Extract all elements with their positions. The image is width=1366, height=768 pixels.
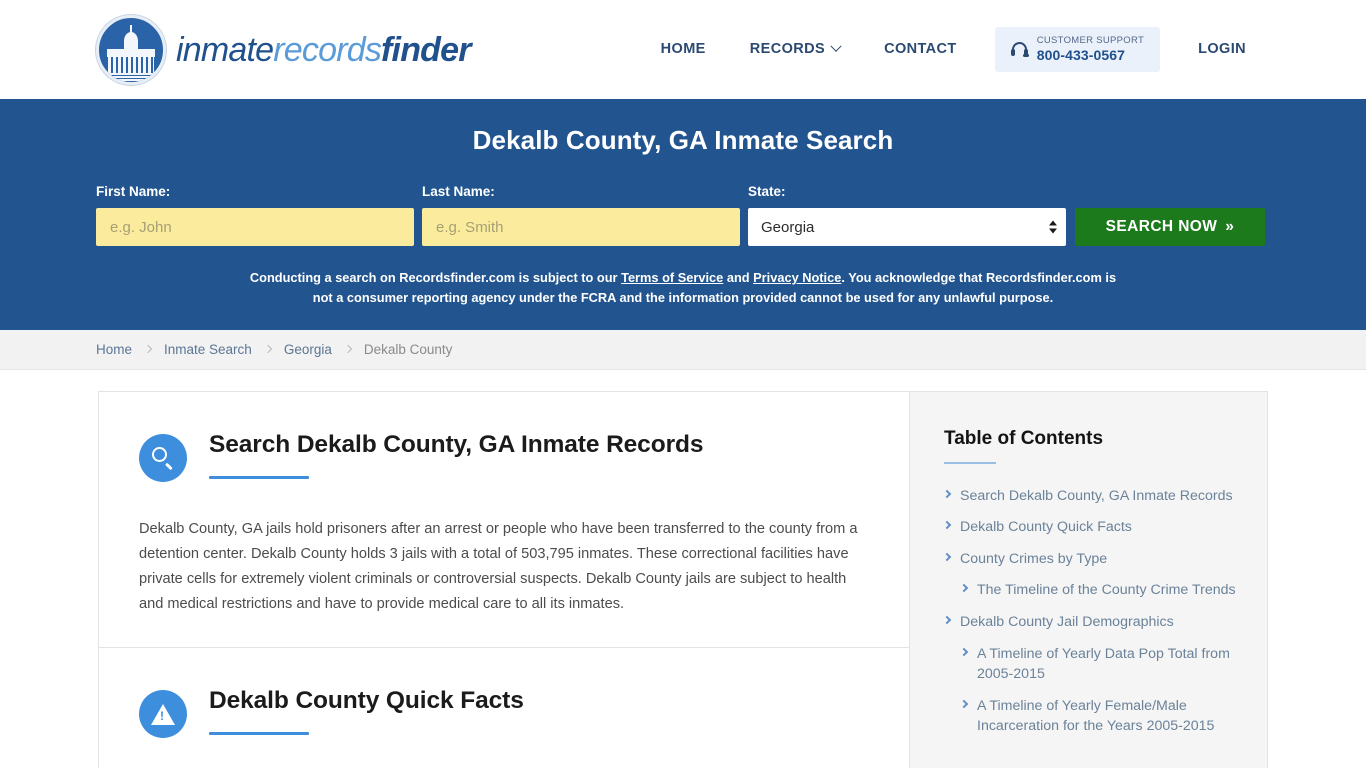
toc-list: Search Dekalb County, GA Inmate Records … — [942, 486, 1237, 737]
toc-item-county-crimes-by-type[interactable]: County Crimes by Type — [942, 549, 1237, 570]
nav-item-contact-label: CONTACT — [884, 41, 957, 58]
chevron-right-icon — [942, 489, 952, 498]
section-quick-facts: Dekalb County Quick Facts — [99, 647, 909, 768]
disclaimer-text-2: and — [723, 270, 754, 285]
chevron-right-icon — [959, 584, 969, 593]
search-now-label: SEARCH NOW — [1105, 218, 1218, 235]
nav-item-home[interactable]: HOME — [639, 41, 728, 57]
hero-search-panel: Dekalb County, GA Inmate Search First Na… — [0, 99, 1366, 330]
warning-circle-icon — [139, 690, 187, 739]
chevron-right-icon — [959, 699, 969, 709]
chevron-right-icon — [942, 521, 952, 530]
toc-item-label: Dekalb County Quick Facts — [960, 519, 1132, 536]
toc-item-pop-total-timeline[interactable]: A Timeline of Yearly Data Pop Total from… — [944, 644, 1237, 685]
state-select-value: Georgia — [761, 218, 815, 236]
table-of-contents: Table of Contents Search Dekalb County, … — [909, 390, 1268, 768]
toc-item-label: Search Dekalb County, GA Inmate Records — [960, 487, 1233, 504]
section-underline — [209, 476, 309, 480]
first-name-label: First Name: — [96, 184, 171, 199]
nav-item-login-label: LOGIN — [1198, 41, 1246, 58]
nav-item-records-label: RECORDS — [749, 41, 826, 58]
section-heading: Dekalb County Quick Facts — [139, 686, 869, 739]
privacy-notice-link[interactable]: Privacy Notice — [753, 270, 841, 285]
search-circle-icon — [139, 433, 187, 482]
state-label: State: — [748, 184, 786, 199]
chevron-down-icon — [830, 40, 842, 53]
nav-item-login[interactable]: LOGIN — [1176, 41, 1268, 57]
page-title: Dekalb County, GA Inmate Search — [472, 125, 894, 155]
logo-word-records: records — [273, 30, 382, 69]
page-content: Search Dekalb County, GA Inmate Records … — [0, 390, 1366, 768]
breadcrumb-separator-icon — [143, 344, 153, 354]
section-title-quick-facts: Dekalb County Quick Facts — [209, 687, 524, 715]
capitol-seal-icon — [96, 14, 166, 85]
support-label: CUSTOMER SUPPORT — [1036, 34, 1145, 46]
section-underline — [209, 732, 309, 736]
toc-underline — [944, 461, 996, 464]
section-title-search-records: Search Dekalb County, GA Inmate Records — [209, 430, 704, 458]
breadcrumb-item-georgia[interactable]: Georgia — [284, 342, 332, 357]
state-select[interactable]: Georgia — [748, 208, 1066, 246]
main-navigation: HOME RECORDS CONTACT CUSTOMER SUPPORT 80… — [639, 26, 1268, 72]
state-field-group: State: Georgia — [748, 184, 1066, 246]
logo-word-inmate: inmate — [176, 30, 274, 69]
chevron-right-icon — [942, 552, 952, 562]
toc-item-label: Dekalb County Jail Demographics — [960, 614, 1174, 631]
toc-item-female-male-incarceration-timeline[interactable]: A Timeline of Yearly Female/Male Incarce… — [944, 696, 1237, 737]
logo-wordmark: inmaterecordsfinder — [176, 33, 471, 67]
breadcrumb-item-dekalb-county: Dekalb County — [363, 341, 453, 357]
main-content-card: Search Dekalb County, GA Inmate Records … — [98, 390, 909, 768]
support-phone: 800-433-0567 — [1036, 46, 1126, 63]
logo-word-finder: finder — [381, 30, 471, 69]
toc-item-crime-trends-timeline[interactable]: The Timeline of the County Crime Trends — [944, 580, 1237, 601]
toc-item-jail-demographics[interactable]: Dekalb County Jail Demographics — [942, 612, 1237, 633]
toc-item-label: A Timeline of Yearly Data Pop Total from… — [977, 645, 1230, 683]
double-chevron-right-icon: » — [1225, 218, 1235, 235]
section-body-search-records: Dekalb County, GA jails hold prisoners a… — [139, 520, 858, 612]
toc-item-label: County Crimes by Type — [960, 550, 1108, 567]
select-stepper-icon[interactable] — [1049, 220, 1057, 234]
breadcrumb-separator-icon — [343, 344, 353, 354]
toc-item-search-records[interactable]: Search Dekalb County, GA Inmate Records — [942, 486, 1237, 507]
first-name-input[interactable] — [96, 208, 414, 246]
headset-icon — [1010, 41, 1029, 58]
last-name-input[interactable] — [422, 208, 740, 246]
nav-item-contact[interactable]: CONTACT — [862, 41, 979, 57]
disclaimer-text-1: Conducting a search on Recordsfinder.com… — [249, 270, 622, 285]
toc-item-label: The Timeline of the County Crime Trends — [977, 582, 1236, 599]
site-header: inmaterecordsfinder HOME RECORDS CONTACT… — [0, 0, 1366, 99]
first-name-field-group: First Name: — [96, 184, 414, 246]
breadcrumb-item-home[interactable]: Home — [96, 342, 132, 357]
toc-item-quick-facts[interactable]: Dekalb County Quick Facts — [942, 517, 1237, 538]
last-name-field-group: Last Name: — [422, 184, 740, 246]
breadcrumb-item-inmate-search[interactable]: Inmate Search — [164, 342, 252, 357]
customer-support-badge[interactable]: CUSTOMER SUPPORT 800-433-0567 — [994, 26, 1161, 72]
nav-item-records[interactable]: RECORDS — [728, 40, 862, 58]
state-select-wrapper: Georgia — [748, 208, 1066, 246]
toc-item-label: A Timeline of Yearly Female/Male Incarce… — [977, 697, 1215, 735]
breadcrumb: Home Inmate Search Georgia Dekalb County — [0, 329, 1366, 370]
nav-item-home-label: HOME — [660, 41, 706, 58]
chevron-right-icon — [942, 615, 952, 625]
search-disclaimer: Conducting a search on Recordsfinder.com… — [243, 268, 1123, 308]
section-heading: Search Dekalb County, GA Inmate Records — [139, 430, 869, 482]
last-name-label: Last Name: — [422, 184, 495, 199]
site-logo[interactable]: inmaterecordsfinder — [96, 14, 471, 85]
breadcrumb-separator-icon — [263, 344, 273, 354]
inmate-search-form: First Name: Last Name: State: Georgia SE… — [96, 184, 1270, 246]
search-now-button[interactable]: SEARCH NOW » — [1075, 208, 1265, 246]
terms-of-service-link[interactable]: Terms of Service — [621, 270, 723, 285]
chevron-right-icon — [959, 647, 969, 656]
section-search-records: Search Dekalb County, GA Inmate Records … — [99, 392, 909, 647]
toc-title: Table of Contents — [944, 427, 1104, 449]
